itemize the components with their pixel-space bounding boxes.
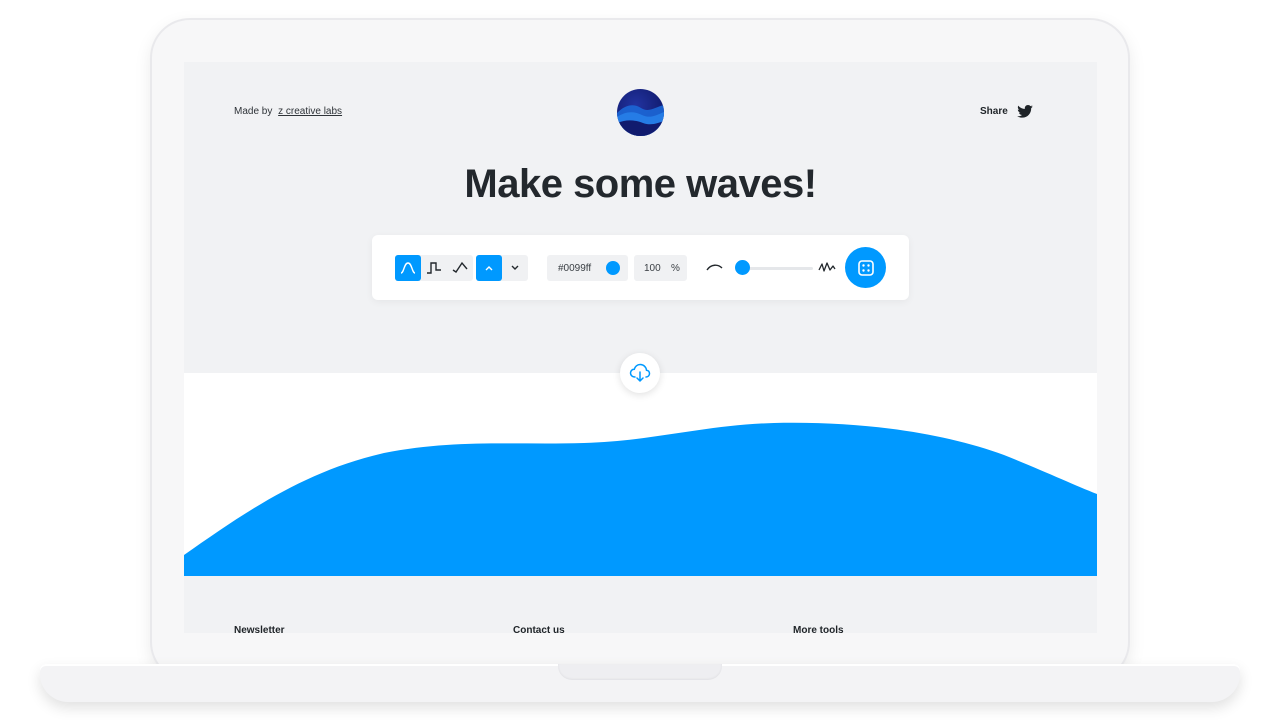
made-by: Made by z creative labs bbox=[234, 106, 342, 117]
opacity-unit: % bbox=[671, 262, 680, 274]
cloud-download-icon bbox=[629, 363, 651, 382]
smooth-wave-icon bbox=[400, 262, 416, 274]
made-by-link[interactable]: z creative labs bbox=[278, 106, 342, 117]
made-by-prefix: Made by bbox=[234, 106, 273, 117]
logo-wave-icon bbox=[617, 105, 664, 136]
logo[interactable] bbox=[617, 89, 664, 136]
share-label: Share bbox=[980, 106, 1008, 117]
wave-toolbar: #0099ff 100 % bbox=[372, 235, 909, 300]
page-title: Make some waves! bbox=[464, 162, 817, 206]
app-screen: Made by z creative labs Share Make some … bbox=[184, 62, 1097, 633]
direction-down-button[interactable] bbox=[502, 255, 528, 281]
footer-newsletter: Newsletter bbox=[234, 625, 285, 633]
opacity-value: 100 bbox=[644, 262, 661, 274]
complexity-slider-thumb[interactable] bbox=[734, 260, 750, 275]
wave-shape bbox=[184, 422, 1097, 576]
twitter-icon[interactable] bbox=[1016, 105, 1033, 118]
smooth-wave-button[interactable] bbox=[395, 255, 421, 281]
laptop-notch bbox=[558, 664, 722, 680]
direction-up-button[interactable] bbox=[476, 255, 502, 281]
footer-more-tools: More tools bbox=[793, 625, 844, 633]
color-input[interactable]: #0099ff bbox=[547, 255, 628, 281]
share[interactable]: Share bbox=[980, 105, 1033, 118]
chevron-down-icon bbox=[511, 265, 519, 270]
dice-icon bbox=[857, 259, 874, 276]
peak-wave-button[interactable] bbox=[447, 255, 473, 281]
square-wave-icon bbox=[427, 262, 441, 274]
wave-type-group bbox=[395, 255, 473, 281]
high-complexity-icon bbox=[818, 262, 836, 272]
peak-wave-icon bbox=[452, 261, 468, 273]
low-complexity-icon bbox=[706, 264, 723, 271]
color-swatch[interactable] bbox=[606, 261, 620, 275]
download-button[interactable] bbox=[620, 353, 660, 393]
square-wave-button[interactable] bbox=[421, 255, 447, 281]
direction-group bbox=[476, 255, 528, 281]
color-value: #0099ff bbox=[558, 262, 592, 274]
chevron-up-icon bbox=[485, 266, 493, 271]
opacity-input[interactable]: 100 % bbox=[634, 255, 687, 281]
footer-contact: Contact us bbox=[513, 625, 565, 633]
wave-canvas bbox=[184, 373, 1097, 576]
randomize-button[interactable] bbox=[845, 247, 886, 288]
